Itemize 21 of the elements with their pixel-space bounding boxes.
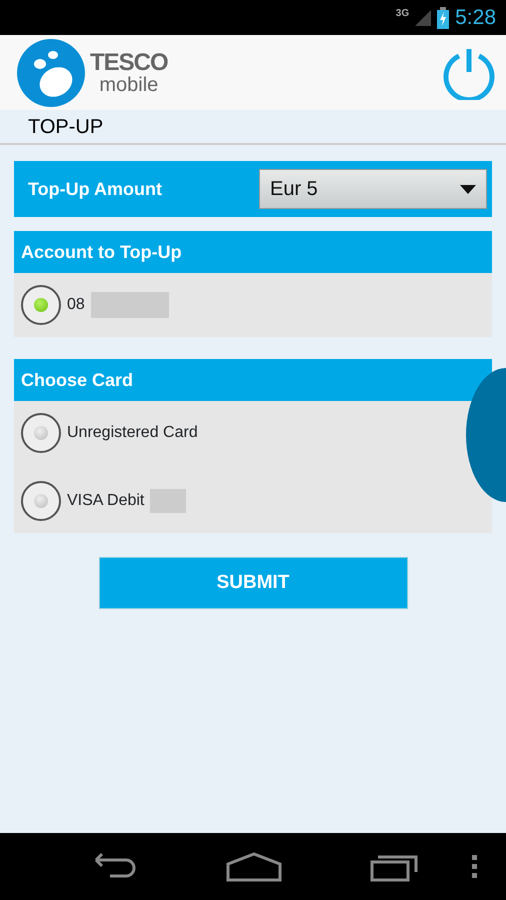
- battery-icon: [437, 6, 450, 28]
- amount-label: Top-Up Amount: [28, 178, 162, 201]
- logo-subtext: mobile: [98, 74, 160, 94]
- clock: 5:28: [455, 4, 496, 31]
- caret-icon: [460, 184, 476, 194]
- signal-icon: [415, 10, 432, 26]
- section-header: Choose Card: [14, 359, 492, 401]
- radio-button[interactable]: [21, 481, 61, 521]
- radio-button[interactable]: [21, 285, 61, 325]
- home-icon[interactable]: [226, 852, 282, 882]
- amount-dropdown[interactable]: Eur 5: [259, 169, 487, 209]
- network-label: 3G: [396, 7, 410, 21]
- logo-text: TESCO: [90, 50, 168, 74]
- overflow-menu-icon[interactable]: [472, 854, 478, 878]
- option-label: Unregistered Card: [67, 423, 198, 443]
- option-label: VISA Debit: [67, 491, 144, 511]
- option-label: 08: [67, 295, 85, 315]
- logo-icon: [16, 38, 86, 108]
- radio-button[interactable]: [21, 413, 61, 453]
- section-header: Account to Top-Up: [14, 231, 492, 273]
- redaction-block: [150, 489, 186, 513]
